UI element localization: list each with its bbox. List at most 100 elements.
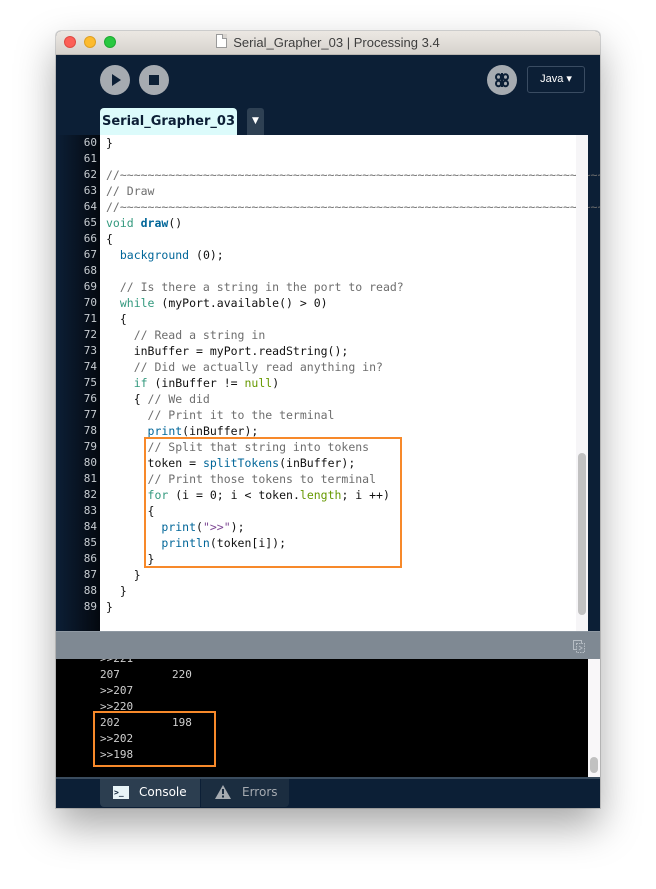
tab-menu-button[interactable]: ▼: [247, 108, 264, 135]
code-token: // Draw: [106, 184, 155, 198]
console-output[interactable]: >>221 207 220 >>207 >>220 202 198 >>202 >>198: [56, 659, 588, 777]
code-line[interactable]: 76 { // We did: [56, 391, 588, 407]
code-line[interactable]: 70 while (myPort.available() > 0): [56, 295, 588, 311]
code-line[interactable]: 74 // Did we actually read anything in?: [56, 359, 588, 375]
tab-console[interactable]: >_ Console: [100, 779, 200, 807]
code-line[interactable]: 81 // Print those tokens to terminal: [56, 471, 588, 487]
console-line: >>220: [56, 699, 133, 715]
code-line[interactable]: 72 // Read a string in: [56, 327, 588, 343]
code-line[interactable]: 80 token = splitTokens(inBuffer);: [56, 455, 588, 471]
code-token: {: [106, 312, 127, 326]
code-token: //~~~~~~~~~~~~~~~~~~~~~~~~~~~~~~~~~~~~~~…: [106, 200, 600, 214]
console-lines: >>221 207 220 >>207 >>220 202 198 >>202 >>198: [56, 659, 192, 763]
editor-vertical-scrollbar[interactable]: [576, 135, 588, 645]
code-line[interactable]: 67 background (0);: [56, 247, 588, 263]
line-number: 78: [83, 424, 97, 437]
code-line[interactable]: 86 }: [56, 551, 588, 567]
code-line[interactable]: 87 }: [56, 567, 588, 583]
console-line: >>202: [56, 731, 133, 747]
code-line[interactable]: 77 // Print it to the terminal: [56, 407, 588, 423]
document-icon: [216, 34, 228, 48]
code-line[interactable]: 78 print(inBuffer);: [56, 423, 588, 439]
line-number: 77: [83, 408, 97, 421]
code-line[interactable]: 64 //~~~~~~~~~~~~~~~~~~~~~~~~~~~~~~~~~~~~…: [56, 199, 600, 215]
line-number: 60: [83, 136, 97, 149]
code-line[interactable]: 79 // Split that string into tokens: [56, 439, 588, 455]
code-line[interactable]: 84 print(">>");: [56, 519, 588, 535]
code-line[interactable]: 82 for (i = 0; i < token.length; i ++): [56, 487, 588, 503]
code-token: // Print it to the terminal: [106, 408, 335, 422]
window-title-wrap: Serial_Grapher_03 | Processing 3.4: [56, 34, 600, 50]
line-number: 63: [83, 184, 97, 197]
code-line[interactable]: 68: [56, 263, 588, 279]
code-token: (inBuffer);: [279, 456, 356, 470]
code-line[interactable]: 89}: [56, 599, 588, 615]
console-line: >>207: [56, 683, 133, 699]
code-line[interactable]: 66 {: [56, 231, 588, 247]
line-number: 62: [83, 168, 97, 181]
code-text: print(inBuffer);: [106, 423, 259, 439]
console-line: 207 220: [56, 667, 192, 683]
code-text: }: [106, 551, 155, 567]
code-line[interactable]: 65 void draw(): [56, 215, 588, 231]
code-text: //~~~~~~~~~~~~~~~~~~~~~~~~~~~~~~~~~~~~~~…: [106, 167, 600, 183]
tab-serial-grapher-03[interactable]: Serial_Grapher_03: [100, 108, 237, 135]
console-value: >>220: [100, 700, 134, 713]
code-token: for: [147, 488, 169, 502]
code-line[interactable]: 73 inBuffer = myPort.readString();: [56, 343, 588, 359]
code-token: }: [106, 136, 113, 150]
code-token: splitTokens: [202, 456, 280, 470]
code-token: draw: [140, 216, 169, 230]
code-line[interactable]: 60}: [56, 135, 588, 151]
console-vertical-scrollbar[interactable]: [588, 659, 600, 777]
line-number: 65: [83, 216, 97, 229]
console-scroll-thumb[interactable]: [590, 757, 598, 773]
code-line[interactable]: 69 // Is there a string in the port to r…: [56, 279, 588, 295]
run-button[interactable]: [100, 65, 130, 95]
stop-button[interactable]: [139, 65, 169, 95]
code-token: // Did we actually read anything in?: [106, 360, 383, 374]
code-lines: 60} 61 62//~~~~~~~~~~~~~~~~~~~~~~~~~~~~~~~…: [56, 135, 600, 615]
code-line[interactable]: 75 if (inBuffer != null): [56, 375, 588, 391]
code-token: (: [196, 520, 203, 534]
code-token: (myPort.available() > 0): [154, 296, 328, 310]
code-line[interactable]: 61: [56, 151, 588, 167]
code-text: { // We did: [106, 391, 210, 407]
code-text: // Is there a string in the port to read…: [106, 279, 404, 295]
title-bar: Serial_Grapher_03 | Processing 3.4: [56, 31, 600, 55]
console-line: 202 198: [56, 715, 192, 731]
code-text: void draw(): [106, 215, 182, 231]
code-line[interactable]: 88 }: [56, 583, 588, 599]
console-value: 207: [100, 668, 120, 681]
code-line[interactable]: 85 println(token[i]);: [56, 535, 588, 551]
tab-errors[interactable]: Errors: [201, 779, 289, 807]
code-text: }: [106, 599, 113, 615]
code-line[interactable]: 71 {: [56, 311, 588, 327]
code-text: // Print it to the terminal: [106, 407, 335, 423]
copy-console-icon[interactable]: [573, 640, 585, 653]
code-token: token =: [106, 456, 203, 470]
code-token: (inBuffer !=: [147, 376, 245, 390]
code-text: {: [106, 231, 113, 247]
mode-selector[interactable]: Java ▾: [527, 66, 585, 93]
code-token: // Print those tokens to terminal: [106, 472, 377, 486]
debugger-button[interactable]: [487, 65, 517, 95]
line-number: 74: [83, 360, 97, 373]
code-text: inBuffer = myPort.readString();: [106, 343, 349, 359]
code-line[interactable]: 62 //~~~~~~~~~~~~~~~~~~~~~~~~~~~~~~~~~~~~…: [56, 167, 600, 183]
code-line[interactable]: 83 {: [56, 503, 588, 519]
line-number: 61: [83, 152, 97, 165]
code-token: // Split that string into tokens: [106, 440, 370, 454]
editor-scroll-thumb[interactable]: [578, 453, 586, 615]
console-value: >>221: [100, 659, 133, 665]
code-line[interactable]: 63 // Draw: [56, 183, 588, 199]
console-value-2: 198: [172, 716, 192, 729]
processing-window: Serial_Grapher_03 | Processing 3.4 Java …: [56, 31, 600, 808]
code-editor[interactable]: 60} 61 62//~~~~~~~~~~~~~~~~~~~~~~~~~~~~~~~…: [56, 135, 600, 646]
code-token: // Read a string in: [106, 328, 266, 342]
console-value-2: 220: [172, 668, 192, 681]
errors-tab-label: Errors: [242, 785, 278, 799]
